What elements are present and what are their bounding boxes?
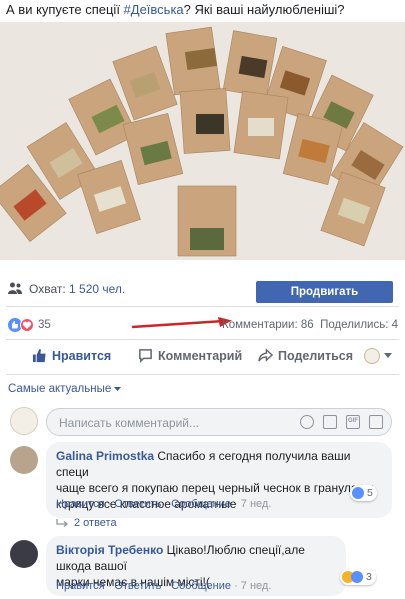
divider bbox=[6, 306, 399, 307]
composer-icons: GIF bbox=[300, 415, 383, 429]
reach-value[interactable]: 1 520 чел. bbox=[69, 282, 125, 296]
caret-down-icon bbox=[384, 353, 392, 358]
reach-row: Охват: 1 520 чел. Продвигать публикацию bbox=[0, 276, 405, 320]
sort-label: Самые актуальные bbox=[8, 383, 112, 395]
comment-message-link[interactable]: Сообщение bbox=[171, 498, 231, 510]
comment-composer: Написать комментарий... GIF bbox=[8, 404, 398, 440]
comment-message-link[interactable]: Сообщение bbox=[171, 580, 231, 592]
comment-reactions-count: 3 bbox=[366, 571, 372, 583]
post-text: А ви купуєте спеції #Деївська? Які ваші … bbox=[6, 2, 401, 18]
shares-count-link[interactable]: Поделились: 4 bbox=[320, 319, 398, 331]
stats-right: Комментарии: 86 Поделились: 4 bbox=[222, 319, 398, 331]
like-label: Нравится bbox=[52, 348, 112, 363]
love-reaction-icon[interactable] bbox=[20, 318, 34, 332]
spice-packets-illustration bbox=[0, 22, 405, 260]
sticker-icon[interactable] bbox=[369, 415, 383, 429]
commenter-avatar[interactable] bbox=[10, 540, 38, 568]
gif-icon[interactable]: GIF bbox=[346, 415, 360, 429]
reactions-count[interactable]: 35 bbox=[38, 319, 51, 331]
promote-post-button[interactable]: Продвигать публикацию bbox=[256, 281, 393, 320]
comment-timestamp[interactable]: 7 нед. bbox=[241, 498, 272, 510]
reply-arrow-icon bbox=[56, 519, 68, 527]
hashtag-link[interactable]: #Деївська bbox=[124, 2, 184, 17]
comment-text-line: чаще всего я покупаю перец черный чеснок… bbox=[56, 481, 374, 495]
commenter-avatar[interactable] bbox=[10, 446, 38, 474]
like-button[interactable]: Нравится bbox=[32, 348, 111, 363]
share-icon bbox=[258, 348, 273, 362]
comment-timestamp[interactable]: 7 нед. bbox=[241, 580, 272, 592]
comment-label: Комментарий bbox=[158, 348, 243, 363]
thumbs-up-icon bbox=[32, 348, 46, 363]
share-label: Поделиться bbox=[278, 348, 354, 363]
divider bbox=[6, 374, 399, 375]
caret-down-icon bbox=[114, 387, 122, 391]
comment-reply-link[interactable]: Ответить bbox=[114, 580, 161, 592]
comment-sort-dropdown[interactable]: Самые актуальные bbox=[8, 383, 122, 395]
comment-actions: Нравится · Ответить · Сообщение · 7 нед. bbox=[56, 498, 272, 510]
like-reaction-icon bbox=[351, 571, 363, 583]
emoji-icon[interactable] bbox=[300, 415, 314, 429]
reactions-stats-row: 35 Комментарии: 86 Поделились: 4 bbox=[0, 314, 405, 336]
post-photo[interactable] bbox=[0, 22, 405, 260]
comment-reactions[interactable]: 5 bbox=[350, 485, 377, 501]
share-button[interactable]: Поделиться bbox=[258, 348, 353, 363]
comment-reply-link[interactable]: Ответить bbox=[114, 498, 161, 510]
reach-text: Охват: 1 520 чел. bbox=[29, 282, 125, 296]
page-avatar-icon bbox=[364, 348, 380, 364]
camera-icon[interactable] bbox=[323, 415, 337, 429]
comment-like-link[interactable]: Нравится bbox=[56, 580, 105, 592]
comment-placeholder: Написать комментарий... bbox=[59, 416, 200, 430]
comments-count-link[interactable]: Комментарии: 86 bbox=[222, 319, 314, 331]
comment-icon bbox=[139, 349, 152, 363]
reach-label: Охват: bbox=[29, 282, 66, 296]
post-actions-row: Нравится Комментарий Поделиться bbox=[0, 342, 405, 372]
comment-reactions-count: 5 bbox=[367, 487, 373, 499]
commenter-name[interactable]: Galina Primostka bbox=[56, 449, 154, 463]
comment-input[interactable]: Написать комментарий... GIF bbox=[46, 408, 392, 436]
comment-button[interactable]: Комментарий bbox=[138, 348, 242, 363]
comment-reactions[interactable]: 3 bbox=[340, 569, 376, 585]
comment-actions: Нравится · Ответить · Сообщение · 7 нед. bbox=[56, 580, 272, 592]
replies-label: 2 ответа bbox=[74, 517, 117, 529]
comment-item: Вікторія Требенко Цікаво!Люблю спеції,ал… bbox=[8, 536, 398, 596]
page-identity-selector[interactable] bbox=[364, 348, 392, 364]
view-replies-link[interactable]: 2 ответа bbox=[56, 517, 117, 529]
comment-like-link[interactable]: Нравится bbox=[56, 498, 105, 510]
commenter-name[interactable]: Вікторія Требенко bbox=[56, 543, 163, 557]
comment-item: Galina Primostka Спасибо я сегодня получ… bbox=[8, 442, 398, 518]
annotation-arrow-icon bbox=[131, 317, 232, 329]
people-icon bbox=[8, 282, 22, 294]
divider bbox=[6, 339, 399, 340]
post-text-end: ? Які ваші найулюбленіші? bbox=[183, 2, 345, 17]
like-reaction-icon bbox=[352, 487, 364, 499]
page-avatar bbox=[10, 407, 38, 435]
post-text-start: А ви купуєте спеції bbox=[6, 2, 124, 17]
